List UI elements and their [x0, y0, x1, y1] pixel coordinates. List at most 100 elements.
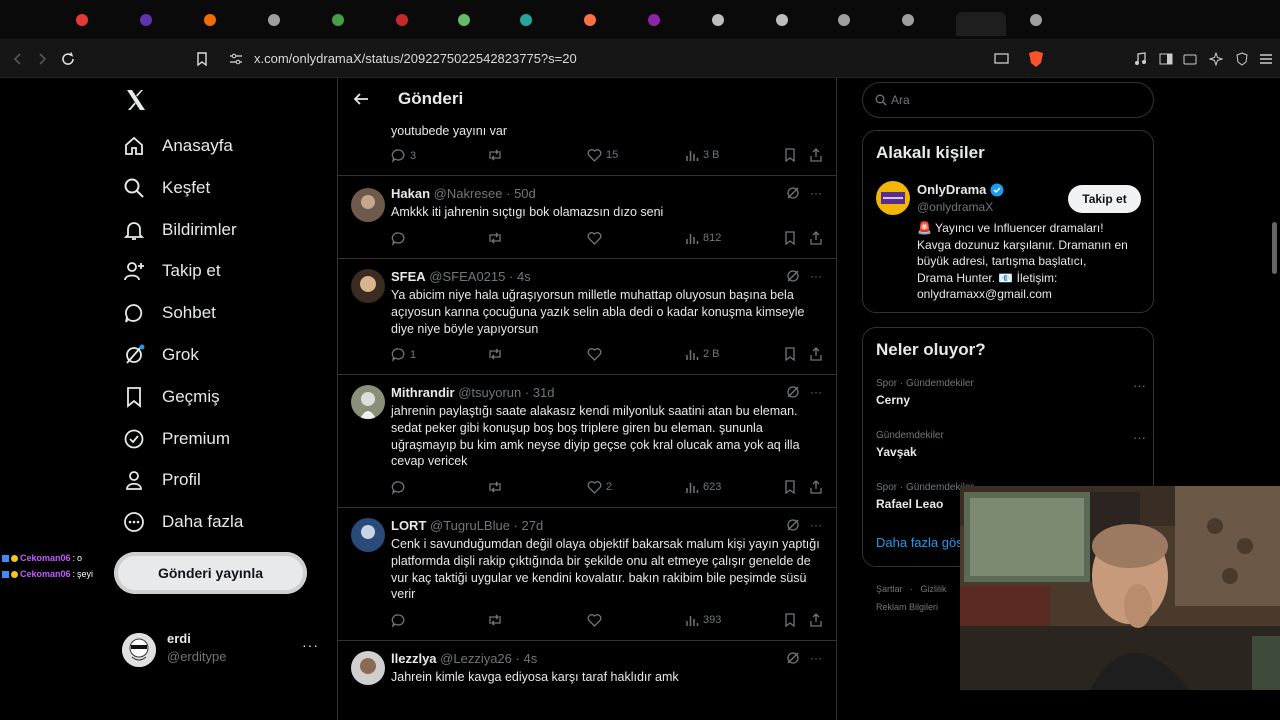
tweet[interactable]: SFEA @SFEA0215 · 4s ··· Ya abicim niye h… [338, 259, 836, 375]
avatar[interactable] [351, 269, 385, 303]
share-button[interactable] [809, 480, 823, 494]
share-button[interactable] [809, 231, 823, 245]
share-button[interactable] [809, 148, 823, 162]
bookmark-button[interactable] [784, 613, 796, 627]
browser-tab[interactable] [776, 14, 794, 28]
tweet[interactable]: Mithrandir @tsuyorun · 31d ··· jahrenin … [338, 375, 836, 508]
more-dots-icon[interactable]: ··· [810, 651, 822, 665]
grok-explain-icon[interactable] [786, 651, 800, 665]
reply-button[interactable]: 3 [391, 148, 416, 163]
account-switcher[interactable]: erdi @erditype ··· [122, 631, 322, 671]
trend-item[interactable]: Gündemdekiler Yavşak ··· [876, 430, 1146, 459]
like-button[interactable]: 2 [587, 480, 612, 494]
menu-icon[interactable] [1256, 49, 1276, 69]
avatar[interactable] [351, 188, 385, 222]
forward-icon[interactable] [32, 49, 52, 69]
retweet-button[interactable] [487, 480, 503, 494]
wallet-icon[interactable] [1180, 49, 1200, 69]
browser-tab[interactable] [458, 14, 476, 28]
tweet[interactable]: LORT @TugruLBlue · 27d ··· Cenk i savund… [338, 508, 836, 641]
nav-notifications[interactable]: Bildirimler [122, 210, 237, 250]
tweet[interactable]: llezzlya @Lezziya26 · 4s ··· Jahrein kim… [338, 641, 836, 720]
back-arrow-icon[interactable] [352, 90, 370, 113]
browser-tab[interactable] [76, 14, 94, 28]
views-button[interactable]: 2 B [685, 347, 720, 361]
author-handle[interactable]: @tsuyorun [458, 385, 521, 400]
author-name[interactable]: Mithrandir [391, 385, 455, 400]
more-dots-icon[interactable]: ··· [810, 385, 822, 399]
share-button[interactable] [809, 613, 823, 627]
bookmark-button[interactable] [784, 231, 796, 245]
reply-button[interactable] [391, 231, 406, 246]
reply-button[interactable]: 1 [391, 347, 416, 362]
browser-tab[interactable] [902, 14, 920, 28]
show-more-link[interactable]: Daha fazla gös [876, 535, 963, 550]
cast-icon[interactable] [992, 49, 1012, 69]
more-dots-icon[interactable]: ··· [810, 269, 822, 283]
nav-follow[interactable]: Takip et [122, 251, 221, 291]
footer-link[interactable]: Reklam Bilgileri [876, 602, 947, 612]
browser-tab[interactable] [140, 14, 158, 28]
brave-shield-icon[interactable] [1026, 49, 1046, 69]
back-icon[interactable] [8, 49, 28, 69]
avatar[interactable] [351, 651, 385, 685]
browser-tab[interactable] [712, 14, 730, 28]
more-dots-icon[interactable]: ··· [810, 518, 822, 532]
nav-bookmarks[interactable]: Geçmiş [122, 377, 220, 417]
author-handle[interactable]: @TugruLBlue [430, 518, 510, 533]
nav-grok[interactable]: Grok [122, 335, 199, 375]
views-button[interactable]: 623 [685, 480, 721, 494]
author-name[interactable]: LORT [391, 518, 426, 533]
like-button[interactable] [587, 613, 602, 627]
reply-button[interactable] [391, 613, 406, 628]
grok-explain-icon[interactable] [786, 269, 800, 283]
like-button[interactable] [587, 347, 602, 361]
bookmark-button[interactable] [784, 480, 796, 494]
author-handle[interactable]: @Lezziya26 [440, 651, 512, 666]
retweet-button[interactable] [487, 613, 503, 627]
vpn-icon[interactable] [1232, 49, 1252, 69]
footer-link[interactable]: Şartlar · Gizlilik [876, 584, 947, 594]
bookmark-button[interactable] [784, 148, 796, 162]
share-button[interactable] [809, 347, 823, 361]
nav-home[interactable]: Anasayfa [122, 126, 233, 166]
browser-tab[interactable] [648, 14, 666, 28]
x-logo-icon[interactable] [124, 88, 150, 114]
author-handle[interactable]: @SFEA0215 [429, 269, 505, 284]
more-dots-icon[interactable]: ··· [810, 186, 822, 200]
nav-profile[interactable]: Profil [122, 460, 201, 500]
more-dots-icon[interactable]: ··· [302, 637, 319, 653]
browser-tab[interactable] [584, 14, 602, 28]
leo-ai-icon[interactable] [1206, 49, 1226, 69]
browser-tab[interactable] [332, 14, 350, 28]
trend-item[interactable]: Spor · Gündemdekiler Cerny ··· [876, 378, 1146, 407]
reply-button[interactable] [391, 480, 406, 495]
avatar[interactable] [351, 385, 385, 419]
sidebar-icon[interactable] [1156, 49, 1176, 69]
grok-explain-icon[interactable] [786, 186, 800, 200]
retweet-button[interactable] [487, 148, 503, 162]
related-name-row[interactable]: OnlyDrama [917, 182, 1004, 197]
like-button[interactable] [587, 231, 602, 245]
views-button[interactable]: 3 B [685, 148, 720, 162]
views-button[interactable]: 812 [685, 231, 721, 245]
follow-button[interactable]: Takip et [1068, 185, 1141, 213]
author-name[interactable]: llezzlya [391, 651, 437, 666]
browser-tab[interactable] [838, 14, 856, 28]
retweet-button[interactable] [487, 231, 503, 245]
avatar[interactable] [876, 181, 910, 215]
reload-icon[interactable] [58, 49, 78, 69]
bookmark-button[interactable] [784, 347, 796, 361]
more-dots-icon[interactable]: ··· [1133, 430, 1146, 445]
browser-tab[interactable] [520, 14, 538, 28]
tweet[interactable]: Hakan @Nakresee · 50d ··· Amkkk iti jahr… [338, 176, 836, 259]
search-input[interactable]: Ara [862, 82, 1154, 118]
author-handle[interactable]: @Nakresee [434, 186, 503, 201]
nav-explore[interactable]: Keşfet [122, 168, 210, 208]
grok-explain-icon[interactable] [786, 518, 800, 532]
browser-tab-active[interactable] [956, 12, 1006, 36]
retweet-button[interactable] [487, 347, 503, 361]
nav-chat[interactable]: Sohbet [122, 293, 216, 333]
browser-tab[interactable] [396, 14, 414, 28]
author-name[interactable]: SFEA [391, 269, 426, 284]
